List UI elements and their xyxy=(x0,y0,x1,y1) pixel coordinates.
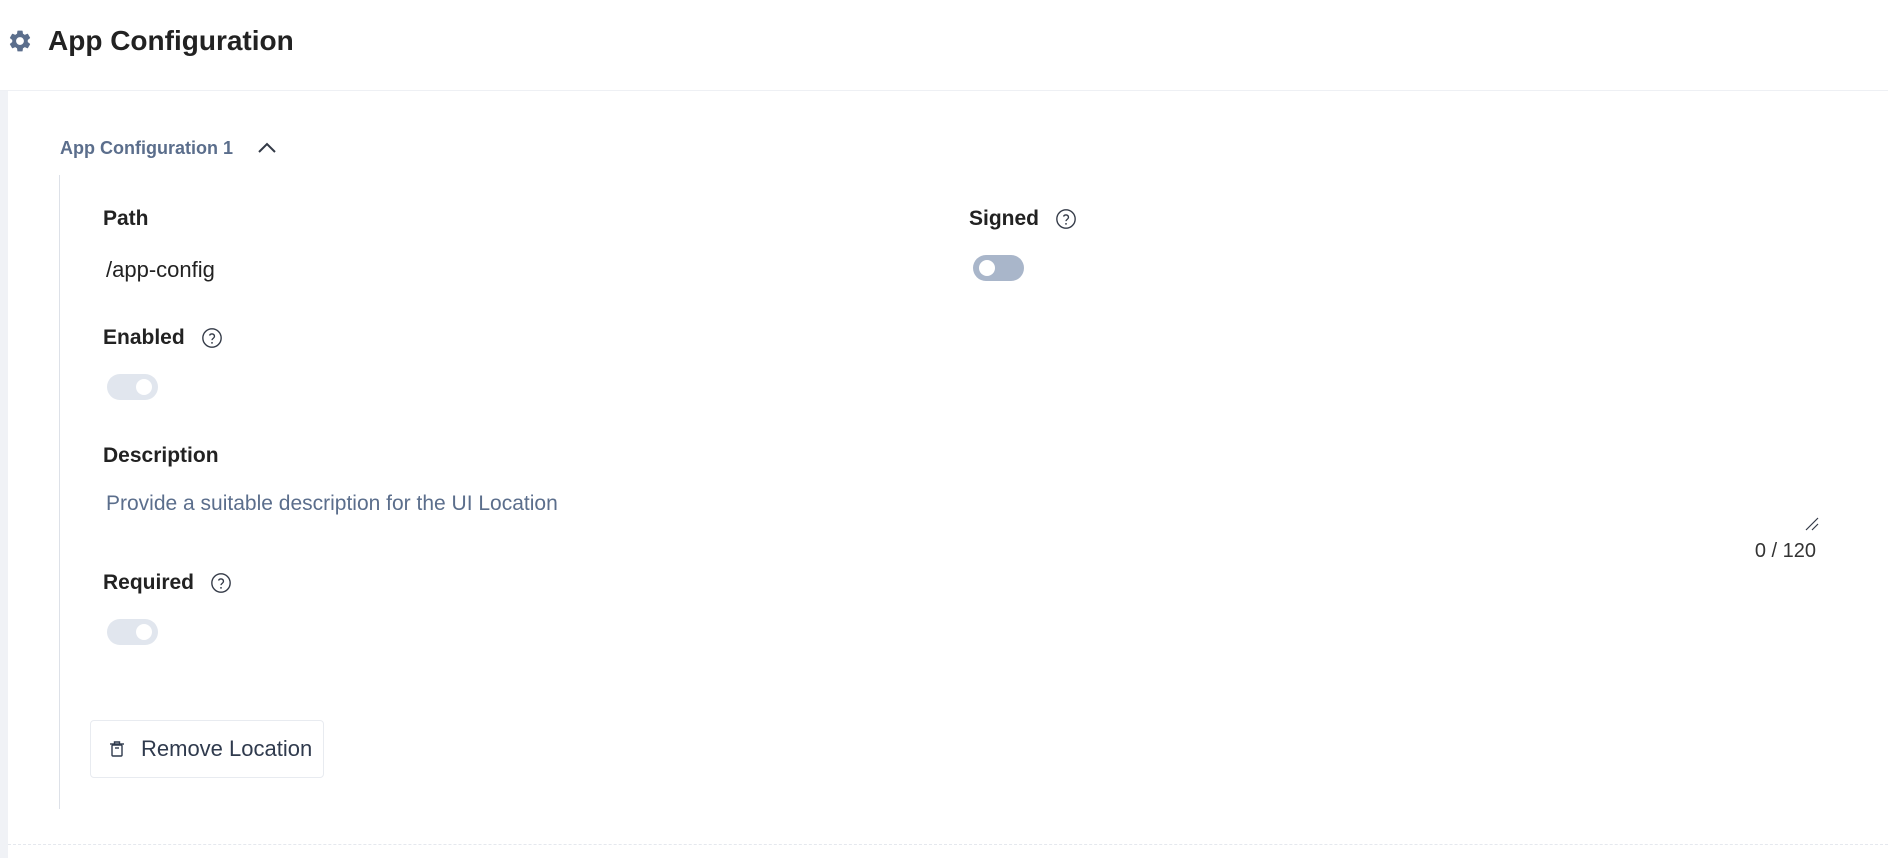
description-label-text: Description xyxy=(103,444,219,467)
required-label-text: Required xyxy=(103,571,195,594)
enabled-label: Enabled xyxy=(103,324,223,352)
chevron-up-icon[interactable] xyxy=(255,136,279,160)
gear-icon xyxy=(9,30,31,52)
description-label: Description xyxy=(103,442,219,470)
section-indent-line xyxy=(59,175,60,809)
path-label: Path xyxy=(103,205,149,233)
toggle-knob xyxy=(979,260,995,276)
required-label: Required xyxy=(103,569,232,597)
section-title[interactable]: App Configuration 1 xyxy=(60,138,233,159)
enabled-toggle[interactable] xyxy=(107,374,158,400)
toggle-knob xyxy=(136,624,152,640)
page-title: App Configuration xyxy=(48,25,294,56)
signed-toggle[interactable] xyxy=(973,255,1024,281)
signed-label-text: Signed xyxy=(969,207,1040,230)
path-value: /app-config xyxy=(106,257,215,282)
toggle-knob xyxy=(136,379,152,395)
section-header[interactable]: App Configuration 1 xyxy=(60,133,279,163)
character-counter: 0 / 120 xyxy=(1754,540,1816,562)
page-header: App Configuration xyxy=(0,0,1888,91)
remove-location-label: Remove Location xyxy=(141,736,313,761)
signed-label: Signed xyxy=(969,205,1077,233)
remove-location-button[interactable]: Remove Location xyxy=(90,720,324,778)
resize-handle-icon[interactable] xyxy=(1804,516,1820,532)
configuration-panel: App Configuration 1 Path /app-config Sig… xyxy=(0,91,1888,858)
required-toggle[interactable] xyxy=(107,619,158,645)
path-label-text: Path xyxy=(103,207,149,230)
section-divider xyxy=(8,844,1888,845)
description-textarea[interactable]: Provide a suitable description for the U… xyxy=(104,489,1826,531)
help-circle-icon[interactable] xyxy=(201,327,223,349)
help-circle-icon[interactable] xyxy=(1055,208,1077,230)
help-circle-icon[interactable] xyxy=(210,572,232,594)
left-rail xyxy=(0,91,8,858)
trash-icon xyxy=(110,741,124,757)
enabled-label-text: Enabled xyxy=(103,326,185,349)
